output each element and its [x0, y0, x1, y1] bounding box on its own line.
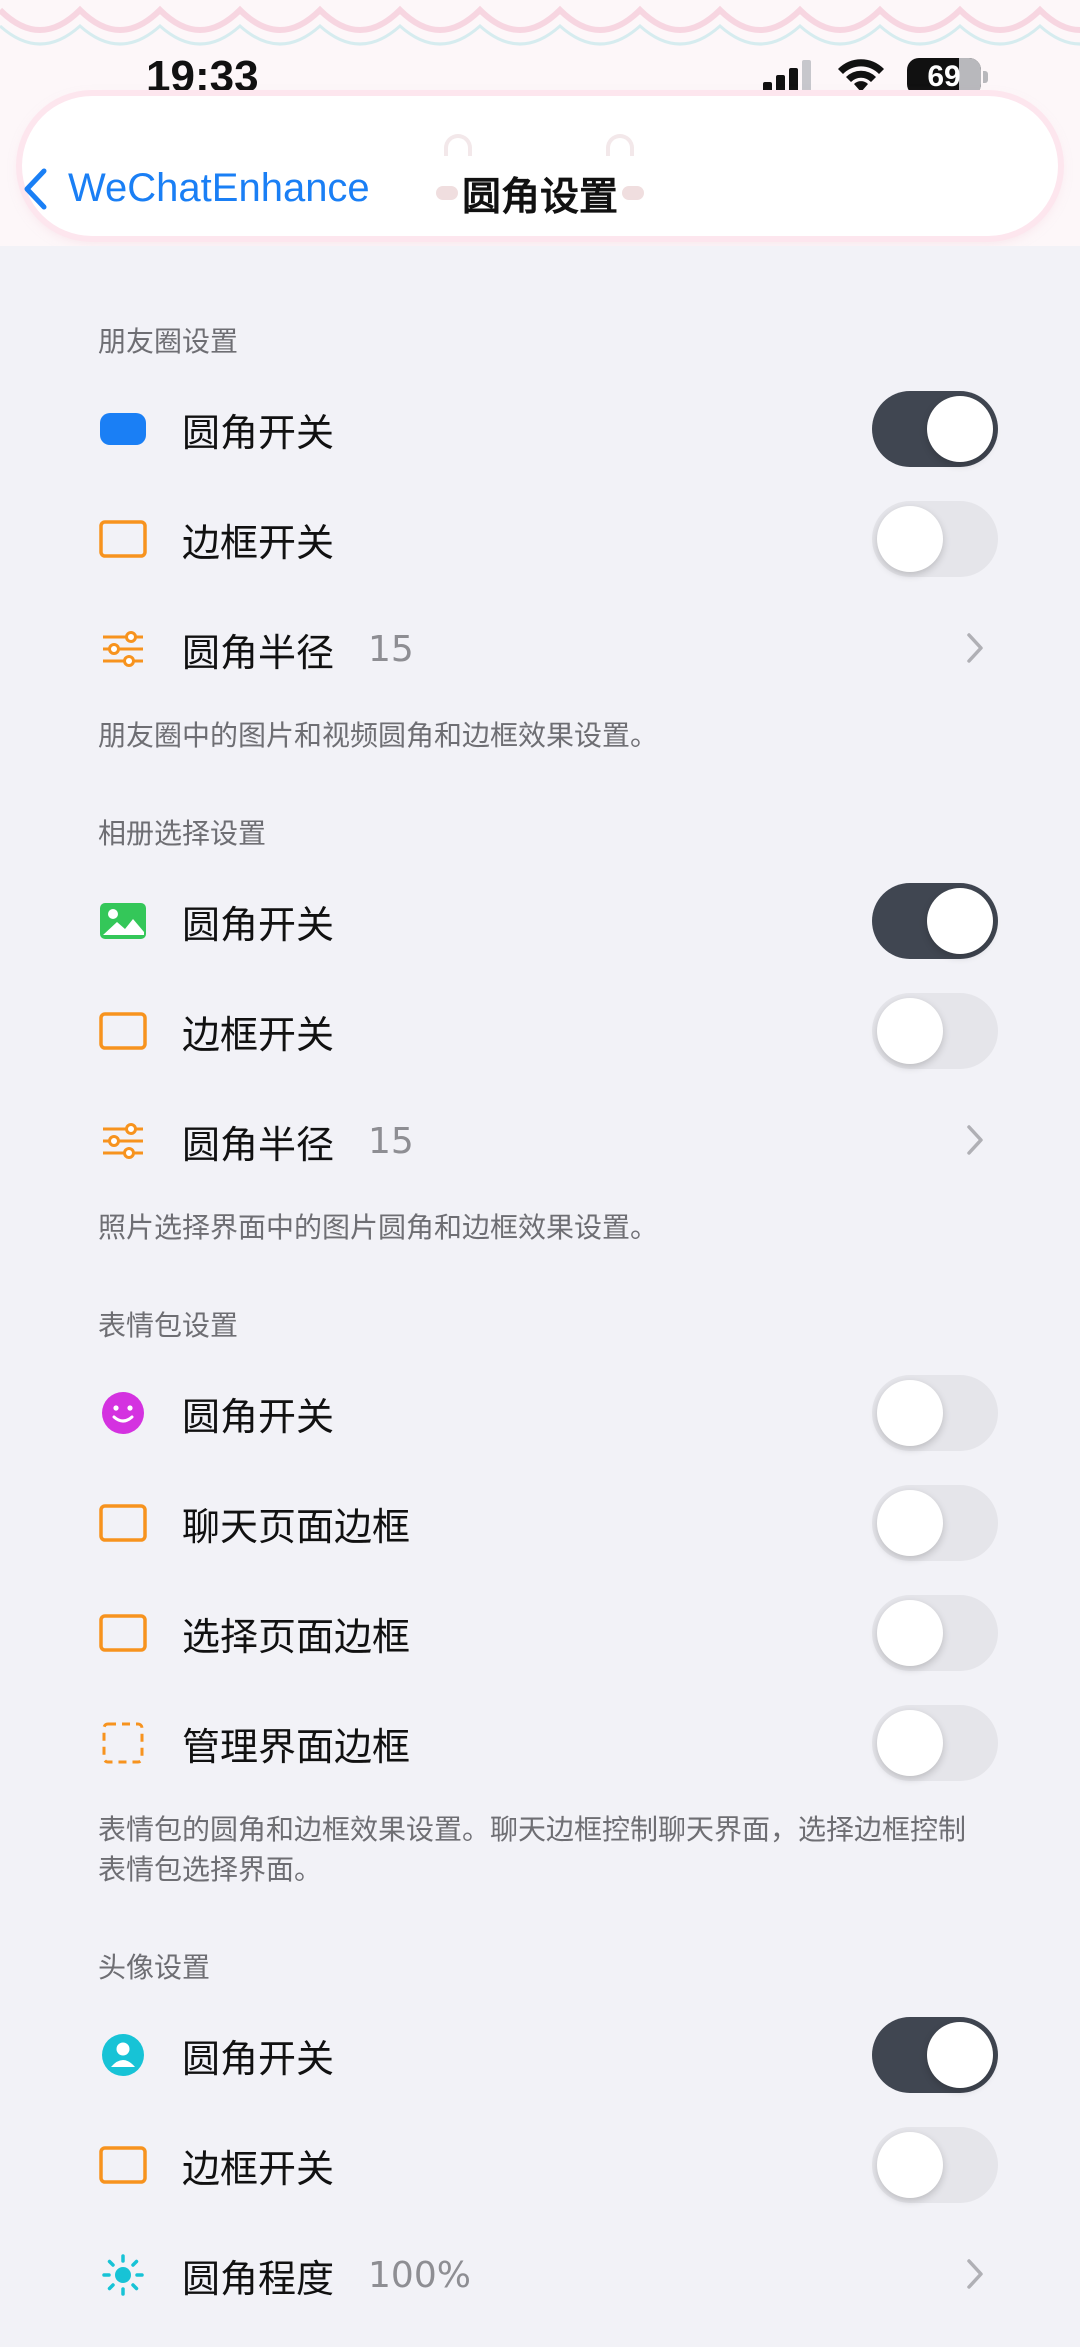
setting-label: 选择页面边框	[182, 1614, 411, 1659]
setting-label: 圆角半径	[182, 1122, 335, 1167]
dashed-square-icon	[98, 1718, 148, 1768]
section-footer: 表情包的圆角和边框效果设置。聊天边框控制聊天界面，选择边框控制表情包选择界面。	[98, 1813, 967, 1886]
border-square-icon	[98, 1608, 148, 1658]
sliders-icon	[98, 624, 148, 674]
setting-row-link[interactable]: 圆角程度 100%	[98, 2220, 1080, 2330]
border-toggle[interactable]	[872, 2127, 998, 2203]
status-time: 19:33	[146, 52, 259, 101]
toggle-knob	[877, 1710, 943, 1776]
section-album: 相册选择设置 圆角开关 边框开关 圆角半径 15 照片选择界面中的图片圆角和边框…	[0, 802, 1080, 1248]
setting-label: 圆角开关	[182, 902, 335, 947]
chevron-right-icon	[967, 1125, 983, 1155]
setting-label: 圆角程度	[182, 2256, 335, 2301]
border-square-icon	[98, 514, 148, 564]
section-stickers: 表情包设置 圆角开关 聊天页面边框 选择页面边框 管理界面边框 表情包的圆角和边…	[0, 1294, 1080, 1890]
status-icons: 69	[763, 58, 988, 96]
setting-row: 选择页面边框	[98, 1578, 1080, 1688]
section-moments: 朋友圈设置 圆角开关 边框开关 圆角半径 15 朋友圈中的图片和视频圆角和边框效…	[0, 310, 1080, 756]
border-toggle[interactable]	[872, 501, 998, 577]
section-header: 朋友圈设置	[98, 325, 239, 358]
setting-row: 圆角开关	[98, 1358, 1080, 1468]
corner-toggle[interactable]	[872, 883, 998, 959]
smiley-icon	[98, 1388, 148, 1438]
section-header: 头像设置	[98, 1951, 211, 1984]
settings-list: 朋友圈设置 圆角开关 边框开关 圆角半径 15 朋友圈中的图片和视频圆角和边框效…	[0, 300, 1080, 2330]
chevron-right-icon	[967, 633, 983, 663]
setting-row: 聊天页面边框	[98, 1468, 1080, 1578]
setting-row: 圆角开关	[98, 374, 1080, 484]
toggle-knob	[877, 998, 943, 1064]
corner-toggle[interactable]	[872, 391, 998, 467]
sliders-icon	[98, 1116, 148, 1166]
select-border-toggle[interactable]	[872, 1595, 998, 1671]
border-square-icon	[98, 1498, 148, 1548]
toggle-knob	[877, 1380, 943, 1446]
battery-level: 69	[927, 60, 961, 93]
chat-border-toggle[interactable]	[872, 1485, 998, 1561]
setting-label: 圆角开关	[182, 410, 335, 455]
corner-toggle[interactable]	[872, 2017, 998, 2093]
chevron-right-icon	[967, 2259, 983, 2289]
setting-label: 边框开关	[182, 1012, 335, 1057]
setting-row-link[interactable]: 圆角半径 15	[98, 1086, 1080, 1196]
section-footer: 朋友圈中的图片和视频圆角和边框效果设置。	[98, 719, 659, 752]
section-header: 表情包设置	[98, 1309, 239, 1342]
cellular-signal-icon	[763, 60, 811, 94]
setting-row: 管理界面边框	[98, 1688, 1080, 1798]
photo-icon	[98, 896, 148, 946]
section-footer: 照片选择界面中的图片圆角和边框效果设置。	[98, 1211, 659, 1244]
section-header: 相册选择设置	[98, 817, 267, 850]
setting-row: 圆角开关	[98, 866, 1080, 976]
setting-row: 边框开关	[98, 2110, 1080, 2220]
wifi-icon	[838, 59, 884, 92]
setting-label: 边框开关	[182, 2146, 335, 2191]
setting-row: 圆角开关	[98, 2000, 1080, 2110]
manage-border-toggle[interactable]	[872, 1705, 998, 1781]
toggle-knob	[927, 888, 993, 954]
toggle-knob	[877, 1490, 943, 1556]
setting-label: 聊天页面边框	[182, 1504, 411, 1549]
battery-cap	[983, 71, 988, 83]
navigation-header: 19:33 69 WeChatEnhance 圆角设置	[0, 0, 1080, 246]
setting-label: 圆角开关	[182, 2036, 335, 2081]
setting-label: 圆角半径	[182, 630, 335, 675]
border-square-icon	[98, 2140, 148, 2190]
toggle-knob	[877, 1600, 943, 1666]
corner-toggle[interactable]	[872, 1375, 998, 1451]
setting-value: 15	[368, 1120, 414, 1162]
toggle-knob	[927, 2022, 993, 2088]
person-circle-icon	[98, 2030, 148, 2080]
battery-indicator: 69	[907, 58, 981, 96]
setting-label: 边框开关	[182, 520, 335, 565]
cat-ear-decoration	[444, 134, 472, 156]
toggle-knob	[877, 2132, 943, 2198]
rounded-rect-filled-blue-icon	[98, 404, 148, 454]
cat-ear-decoration	[606, 134, 634, 156]
setting-value: 15	[368, 628, 414, 670]
setting-row: 边框开关	[98, 484, 1080, 594]
setting-label: 圆角开关	[182, 1394, 335, 1439]
toggle-knob	[877, 506, 943, 572]
border-square-icon	[98, 1006, 148, 1056]
setting-row-link[interactable]: 圆角半径 15	[98, 594, 1080, 704]
sun-icon	[98, 2250, 148, 2300]
section-avatar: 头像设置 圆角开关 边框开关 圆角程度 100%	[0, 1936, 1080, 2330]
toggle-knob	[927, 396, 993, 462]
setting-value: 100%	[368, 2254, 471, 2296]
setting-label: 管理界面边框	[182, 1724, 411, 1769]
setting-row: 边框开关	[98, 976, 1080, 1086]
border-toggle[interactable]	[872, 993, 998, 1069]
page-title: 圆角设置	[461, 175, 618, 220]
